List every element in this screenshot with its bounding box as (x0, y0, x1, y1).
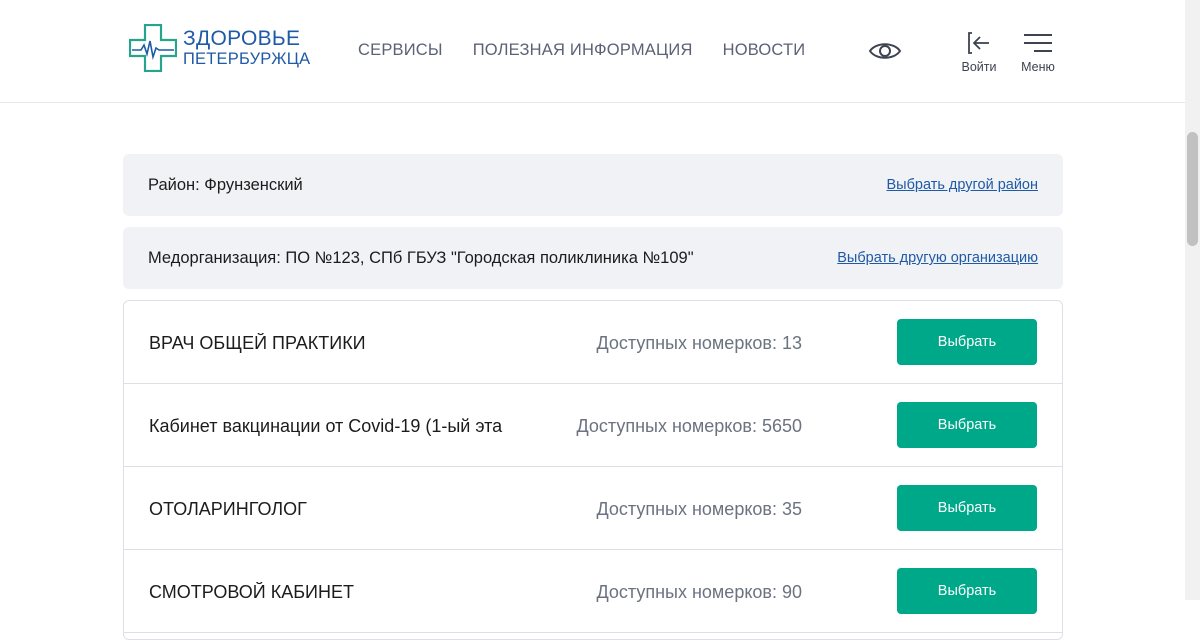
select-button[interactable]: Выбрать (897, 402, 1037, 448)
change-organization-link[interactable]: Выбрать другую организацию (837, 250, 1038, 266)
scrollbar-thumb[interactable] (1187, 132, 1198, 246)
site-header: ЗДОРОВЬЕ ПЕТЕРБУРЖЦА СЕРВИСЫ ПОЛЕЗНАЯ ИН… (0, 0, 1185, 103)
list-item: ОТОЛАРИНГОЛОГ Доступных номерков: 35 Выб… (124, 467, 1062, 550)
login-button[interactable]: Войти (949, 30, 1009, 74)
page-scrollbar[interactable] (1185, 0, 1200, 600)
district-panel: Район: Фрунзенский Выбрать другой район (123, 154, 1063, 216)
logo-title: ЗДОРОВЬЕ (183, 27, 301, 51)
change-district-link[interactable]: Выбрать другой район (886, 177, 1038, 193)
login-label: Войти (961, 60, 997, 74)
select-button[interactable]: Выбрать (897, 485, 1037, 531)
organization-panel: Медорганизация: ПО №123, СПб ГБУЗ "Город… (123, 227, 1063, 289)
list-item: ВРАЧ ОБЩЕЙ ПРАКТИКИ Доступных номерков: … (124, 301, 1062, 384)
site-logo[interactable]: ЗДОРОВЬЕ ПЕТЕРБУРЖЦА (129, 24, 310, 72)
nav-services[interactable]: СЕРВИСЫ (358, 41, 443, 60)
menu-button[interactable]: Меню (1008, 30, 1068, 74)
specialty-name: Кабинет вакцинации от Covid-19 (1-ый эта (149, 416, 503, 436)
specialty-name: ОТОЛАРИНГОЛОГ (149, 499, 307, 519)
specialty-name: ВРАЧ ОБЩЕЙ ПРАКТИКИ (149, 333, 366, 353)
district-label: Район: Фрунзенский (148, 175, 303, 194)
login-icon (968, 32, 989, 54)
nav-useful-info[interactable]: ПОЛЕЗНАЯ ИНФОРМАЦИЯ (473, 41, 693, 60)
nav-news[interactable]: НОВОСТИ (723, 41, 806, 60)
available-count: Доступных номерков: 35 (596, 499, 803, 519)
logo-subtitle: ПЕТЕРБУРЖЦА (183, 50, 311, 69)
select-button[interactable]: Выбрать (897, 319, 1037, 365)
list-item: СМОТРОВОЙ КАБИНЕТ Доступных номерков: 90… (124, 550, 1062, 633)
eye-icon[interactable] (868, 38, 902, 69)
organization-label: Медорганизация: ПО №123, СПб ГБУЗ "Город… (148, 248, 694, 267)
medical-cross-icon (129, 24, 177, 72)
menu-label: Меню (1021, 60, 1055, 74)
available-count: Доступных номерков: 13 (596, 333, 803, 353)
specialty-list: ВРАЧ ОБЩЕЙ ПРАКТИКИ Доступных номерков: … (123, 300, 1063, 640)
available-count: Доступных номерков: 5650 (576, 416, 802, 436)
main-nav: СЕРВИСЫ ПОЛЕЗНАЯ ИНФОРМАЦИЯ НОВОСТИ (358, 41, 835, 60)
select-button[interactable]: Выбрать (897, 568, 1037, 614)
list-item: Кабинет вакцинации от Covid-19 (1-ый эта… (124, 384, 1062, 467)
hamburger-icon (1024, 34, 1052, 52)
